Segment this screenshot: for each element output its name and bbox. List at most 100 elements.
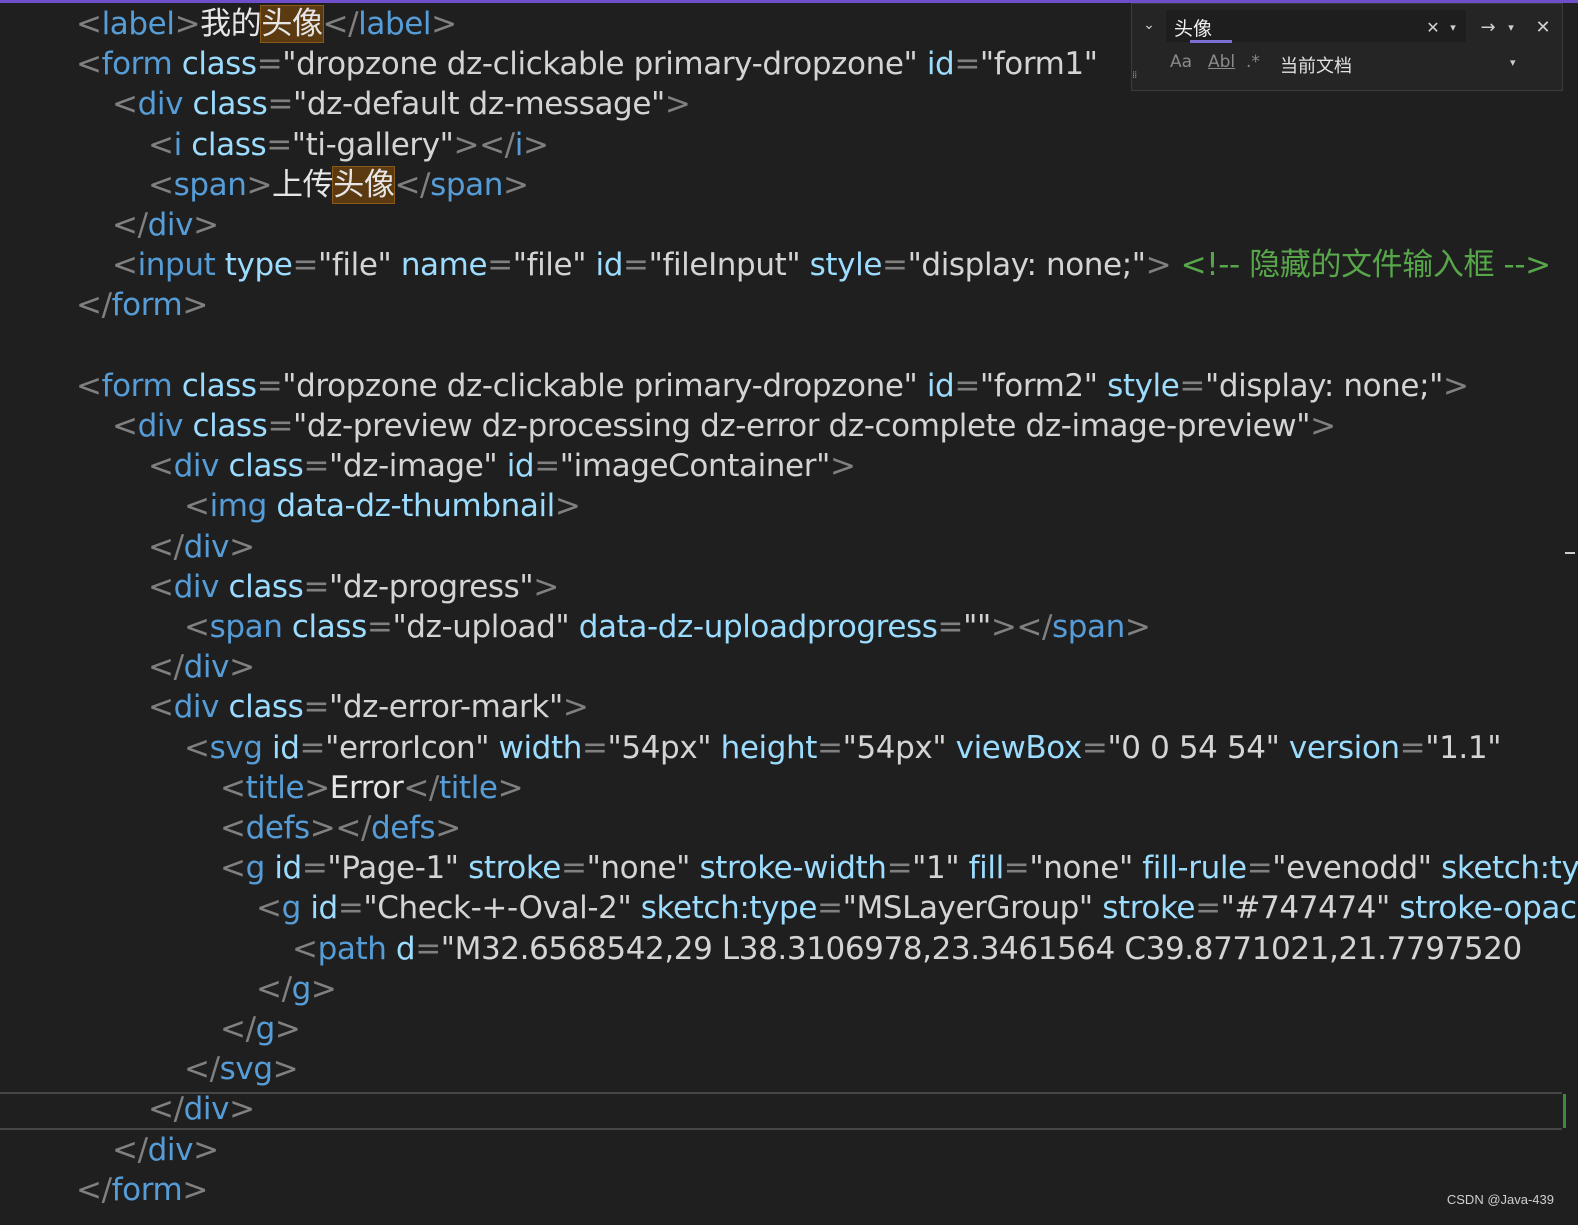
code-line[interactable]: </g> xyxy=(220,1009,301,1049)
code-token: > xyxy=(193,1131,219,1168)
code-line[interactable]: <path d="M32.6568542,29 L38.3106978,23.3… xyxy=(292,929,1522,969)
code-token: = xyxy=(266,126,292,163)
code-token: = xyxy=(415,930,441,967)
code-line[interactable]: </div> xyxy=(112,205,219,245)
code-token: = xyxy=(299,729,326,766)
code-line[interactable]: <span class="dz-upload" data-dz-uploadpr… xyxy=(184,607,1151,647)
code-token: > xyxy=(246,166,273,203)
search-history-dropdown-icon[interactable]: ▾ xyxy=(1446,14,1460,40)
code-token: Error xyxy=(329,769,404,806)
code-token: > xyxy=(554,488,581,525)
scroll-marker xyxy=(1565,552,1575,554)
code-token: = xyxy=(366,609,393,645)
code-token: </ xyxy=(76,1171,112,1208)
code-token: name xyxy=(391,247,488,284)
code-token: = xyxy=(882,247,908,284)
code-line[interactable]: </div> xyxy=(148,647,255,687)
code-token: = xyxy=(256,46,283,83)
code-line[interactable]: <title>Error</title> xyxy=(220,768,524,808)
code-token: </ xyxy=(148,528,184,565)
code-token: < xyxy=(148,448,174,485)
regex-icon[interactable]: .* xyxy=(1246,52,1260,72)
match-case-icon[interactable]: Aa xyxy=(1170,52,1192,72)
code-token: svg xyxy=(219,1051,273,1088)
code-line[interactable]: <svg id="errorIcon" width="54px" height=… xyxy=(184,728,1501,768)
code-token: "form2" xyxy=(979,367,1098,404)
code-line[interactable]: </form> xyxy=(76,1170,208,1210)
code-token: ></ xyxy=(309,810,372,846)
code-token: </ xyxy=(220,1011,256,1047)
code-token: class xyxy=(183,408,268,444)
code-line[interactable]: </div> xyxy=(148,1089,255,1129)
code-token: > xyxy=(274,1011,301,1047)
code-token: "54px" xyxy=(607,729,712,766)
code-line[interactable]: <div class="dz-image" id="imageContainer… xyxy=(148,446,856,486)
code-token: = xyxy=(1399,729,1426,766)
code-token: < xyxy=(220,810,246,846)
code-line[interactable]: <g id="Check-+-Oval-2" sketch:type="MSLa… xyxy=(256,888,1578,928)
code-line[interactable]: <img data-dz-thumbnail> xyxy=(184,486,581,526)
code-token: = xyxy=(1081,729,1108,766)
code-line[interactable]: <input type="file" name="file" id="fileI… xyxy=(112,245,1551,285)
code-line[interactable]: <div class="dz-default dz-message"> xyxy=(112,84,691,124)
toggle-replace-icon[interactable]: ⌄ xyxy=(1138,12,1160,38)
code-token: <!-- xyxy=(1171,247,1250,284)
code-editor[interactable]: <label>我的头像</label> <form class="dropzone… xyxy=(0,0,1578,1225)
find-input[interactable]: 头像 xyxy=(1166,10,1466,43)
code-token: class xyxy=(219,448,304,485)
code-line[interactable]: <form class="dropzone dz-clickable prima… xyxy=(76,366,1469,406)
code-token: form xyxy=(111,287,183,324)
code-token: </ xyxy=(148,649,184,686)
code-token: viewBox xyxy=(946,729,1083,766)
code-token: "none" xyxy=(586,850,691,887)
code-token: type xyxy=(215,247,293,284)
code-line[interactable]: <div class="dz-preview dz-processing dz-… xyxy=(112,406,1336,446)
code-token: = xyxy=(301,850,328,887)
code-line[interactable]: </div> xyxy=(112,1130,219,1170)
resize-grip-icon[interactable]: ⁞⁞ xyxy=(1132,70,1137,81)
code-token: d xyxy=(386,930,416,967)
search-match: 头像 xyxy=(260,5,324,43)
code-token: div xyxy=(173,568,220,605)
code-line[interactable]: <div class="dz-error-mark"> xyxy=(148,687,589,727)
code-token: 上传 xyxy=(272,166,334,203)
code-token: </ xyxy=(148,1091,184,1128)
scope-dropdown-icon[interactable]: ▾ xyxy=(1510,56,1516,69)
find-query[interactable]: 头像 xyxy=(1174,14,1212,41)
code-token: div xyxy=(183,1091,230,1128)
code-token: class xyxy=(181,126,267,163)
code-token: id xyxy=(300,890,338,927)
code-token: div xyxy=(147,207,194,243)
code-token: > xyxy=(522,126,549,163)
search-scope-select[interactable]: 当前文档 xyxy=(1280,52,1352,78)
code-token: "dz-default dz-message" xyxy=(293,86,665,123)
code-line[interactable]: </form> xyxy=(76,285,208,325)
code-token: = xyxy=(817,729,843,766)
find-next-dropdown-icon[interactable]: ▾ xyxy=(1504,14,1518,40)
code-line[interactable]: <i class="ti-gallery"></i> xyxy=(148,125,549,165)
code-token: "" xyxy=(963,609,991,645)
code-token: = xyxy=(937,609,964,645)
code-token: = xyxy=(267,408,294,444)
code-token: form xyxy=(101,367,173,404)
code-line[interactable]: <g id="Page-1" stroke="none" stroke-widt… xyxy=(220,848,1578,888)
code-token: "ti-gallery" xyxy=(291,126,454,163)
code-token: g xyxy=(255,1011,276,1047)
code-line[interactable]: <div class="dz-progress"> xyxy=(148,567,559,607)
code-line[interactable]: </svg> xyxy=(184,1049,299,1089)
code-line[interactable]: <form class="dropzone dz-clickable prima… xyxy=(76,44,1098,84)
code-token: = xyxy=(292,247,319,284)
whole-word-icon[interactable]: Abl xyxy=(1208,52,1235,72)
code-line[interactable]: <label>我的头像</label> xyxy=(76,4,457,44)
code-line[interactable]: <span>上传头像</span> xyxy=(148,165,529,205)
code-line[interactable]: </g> xyxy=(256,969,337,1009)
close-find-icon[interactable]: ✕ xyxy=(1530,14,1556,40)
code-line[interactable]: </div> xyxy=(148,527,255,567)
code-token: > xyxy=(497,769,524,806)
code-token: </ xyxy=(256,970,292,1007)
code-token: "dz-upload" xyxy=(392,609,570,645)
code-token: "Check-+-Oval-2" xyxy=(363,890,632,927)
find-next-icon[interactable]: → xyxy=(1476,14,1500,40)
code-line[interactable]: <defs></defs> xyxy=(220,808,461,848)
clear-search-icon[interactable]: ✕ xyxy=(1422,14,1444,40)
